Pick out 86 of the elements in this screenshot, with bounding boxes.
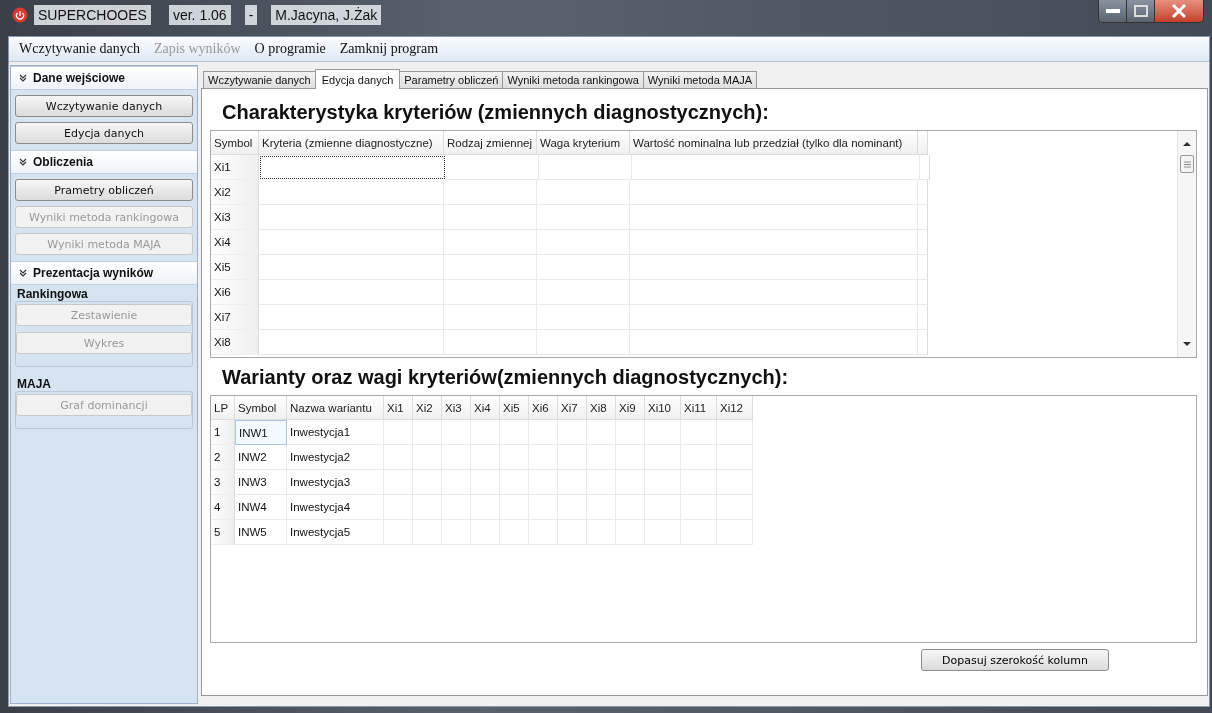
- title-separator: -: [244, 5, 258, 25]
- scroll-up-icon[interactable]: [1183, 141, 1191, 147]
- column-header[interactable]: Xi12: [717, 396, 753, 420]
- tab[interactable]: Wyniki metoda MAJA: [642, 71, 758, 88]
- table-cell[interactable]: Inwestycja5: [287, 520, 384, 545]
- section-heading: Charakterystyka kryteriów (zmiennych diagnostycznych):: [222, 101, 770, 124]
- column-header[interactable]: Symbol: [211, 131, 259, 155]
- row-header: Xi4: [211, 230, 259, 255]
- column-header[interactable]: Xi3: [442, 396, 471, 420]
- row-header: Xi8: [211, 330, 259, 355]
- row-header: 2: [211, 445, 235, 470]
- section-header[interactable]: Obliczenia: [11, 150, 197, 174]
- column-header[interactable]: Xi5: [500, 396, 529, 420]
- table-cell[interactable]: Inwestycja4: [287, 495, 384, 520]
- column-header[interactable]: [918, 131, 928, 155]
- table-cell[interactable]: INW3: [235, 470, 287, 495]
- column-header[interactable]: LP: [211, 396, 235, 420]
- row-header: Xi2: [211, 180, 259, 205]
- window-title: SUPERCHOOES: [34, 5, 151, 25]
- row-header: Xi7: [211, 305, 259, 330]
- column-header[interactable]: Symbol: [235, 396, 287, 420]
- column-header[interactable]: Wartość nominalna lub przedział (tylko dla nominant): [630, 131, 918, 155]
- sidebar-button[interactable]: Prametry obliczeń: [15, 179, 193, 201]
- minimize-button[interactable]: [1099, 0, 1127, 22]
- tab[interactable]: Edycja danych: [314, 69, 401, 89]
- section-header[interactable]: Prezentacja wyników: [11, 261, 197, 285]
- scrollbar-thumb[interactable]: [1180, 155, 1194, 173]
- column-header[interactable]: Xi4: [471, 396, 500, 420]
- group-title: Rankingowa: [16, 286, 89, 301]
- column-header[interactable]: Kryteria (zmienne diagnostyczne): [259, 131, 444, 155]
- row-header: Xi5: [211, 255, 259, 280]
- table-cell[interactable]: Inwestycja2: [287, 445, 384, 470]
- row-header: 5: [211, 520, 235, 545]
- sidebar-button[interactable]: Edycja danych: [15, 122, 193, 144]
- sidebar-button[interactable]: Wczytywanie danych: [15, 95, 193, 117]
- column-header[interactable]: Xi11: [681, 396, 717, 420]
- scrollbar[interactable]: [1177, 131, 1196, 357]
- section-title: Dane wejściowe: [33, 71, 126, 85]
- app-icon: [12, 7, 28, 23]
- row-header: 3: [211, 470, 235, 495]
- version-label: ver. 1.06: [168, 5, 231, 25]
- table-cell[interactable]: INW4: [235, 495, 287, 520]
- column-header[interactable]: Xi2: [413, 396, 442, 420]
- row-header: 1: [211, 420, 235, 445]
- scroll-down-icon[interactable]: [1183, 341, 1191, 347]
- table-cell[interactable]: Inwestycja3: [287, 470, 384, 495]
- column-header[interactable]: Rodzaj zmiennej: [444, 131, 537, 155]
- maximize-button[interactable]: [1127, 0, 1155, 22]
- collapse-icon: [19, 74, 27, 82]
- tab[interactable]: Parametry obliczeń: [399, 71, 504, 88]
- column-header[interactable]: Xi6: [529, 396, 558, 420]
- close-icon: [1171, 4, 1187, 18]
- fit-columns-button[interactable]: Dopasuj szerokość kolumn: [921, 649, 1109, 671]
- group-title: MAJA: [16, 376, 52, 391]
- column-header[interactable]: Xi1: [384, 396, 413, 420]
- menu-item[interactable]: O programie: [254, 41, 326, 57]
- section-heading: Warianty oraz wagi kryteriów(zmiennych diagnostycznych):: [222, 366, 790, 389]
- menu-item[interactable]: Wczytywanie danych: [19, 41, 140, 57]
- section-title: Prezentacja wyników: [33, 266, 154, 280]
- table-cell[interactable]: INW1: [235, 420, 287, 445]
- tab[interactable]: Wczytywanie danych: [203, 71, 316, 88]
- section-title: Obliczenia: [33, 155, 94, 169]
- table-cell[interactable]: Inwestycja1: [287, 420, 384, 445]
- authors-label: M.Jacyna, J.Żak: [271, 5, 382, 25]
- section-header[interactable]: Dane wejściowe: [11, 66, 197, 90]
- close-button[interactable]: [1155, 0, 1203, 22]
- column-header[interactable]: Xi8: [587, 396, 616, 420]
- row-header: Xi1: [211, 155, 259, 180]
- collapse-icon: [19, 269, 27, 277]
- column-header[interactable]: Nazwa wariantu: [287, 396, 384, 420]
- column-header[interactable]: Xi9: [616, 396, 645, 420]
- tab[interactable]: Wyniki metoda rankingowa: [502, 71, 644, 88]
- table-cell[interactable]: [260, 156, 445, 179]
- row-header: Xi3: [211, 205, 259, 230]
- column-header[interactable]: Waga kryterium: [537, 131, 630, 155]
- row-header: Xi6: [211, 280, 259, 305]
- table-cell[interactable]: INW2: [235, 445, 287, 470]
- minimize-icon: [1105, 8, 1120, 14]
- maximize-icon: [1133, 5, 1148, 17]
- table-cell[interactable]: INW5: [235, 520, 287, 545]
- collapse-icon: [19, 158, 27, 166]
- grip-icon: [1183, 160, 1191, 168]
- column-header[interactable]: Xi7: [558, 396, 587, 420]
- menu-item[interactable]: Zamknij program: [339, 41, 439, 57]
- column-header[interactable]: Xi10: [645, 396, 681, 420]
- row-header: 4: [211, 495, 235, 520]
